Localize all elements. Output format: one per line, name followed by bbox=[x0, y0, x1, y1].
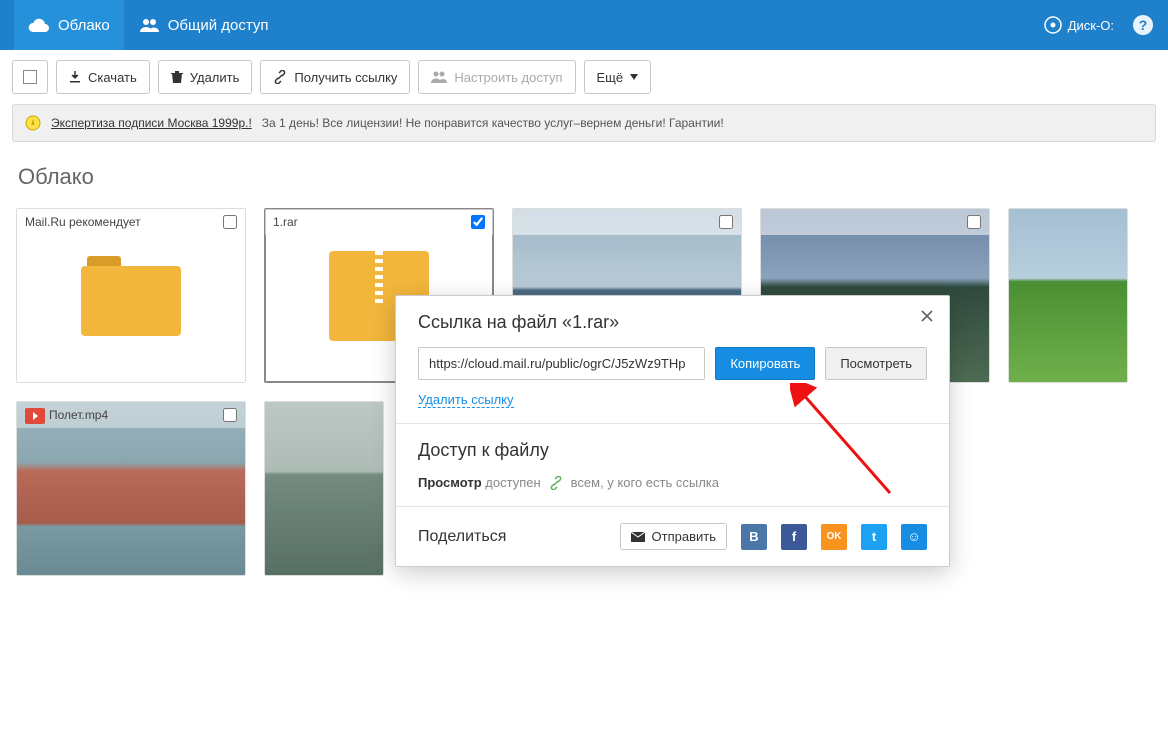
delete-button[interactable]: Удалить bbox=[158, 60, 253, 94]
share-link-modal: Ссылка на файл «1.rar» Копировать Посмот… bbox=[395, 295, 950, 567]
delete-label: Удалить bbox=[190, 70, 240, 85]
download-button[interactable]: Скачать bbox=[56, 60, 150, 94]
share-vk-button[interactable]: В bbox=[741, 524, 767, 550]
ad-banner: Экспертиза подписи Москва 1999р.! За 1 д… bbox=[12, 104, 1156, 142]
checkbox-icon bbox=[23, 70, 37, 84]
tab-cloud[interactable]: Облако bbox=[14, 0, 124, 50]
close-icon bbox=[921, 310, 933, 322]
select-all-checkbox[interactable] bbox=[12, 60, 48, 94]
tile-folder-recommend[interactable]: Mail.Ru рекомендует bbox=[16, 208, 246, 383]
get-link-label: Получить ссылку bbox=[294, 70, 397, 85]
tile-checkbox[interactable] bbox=[719, 215, 733, 229]
tile-image[interactable] bbox=[264, 401, 384, 576]
folder-icon bbox=[81, 256, 181, 336]
share-heading: Поделиться bbox=[418, 528, 506, 546]
svg-text:?: ? bbox=[1139, 17, 1148, 33]
link-small-icon bbox=[549, 476, 563, 490]
copy-button[interactable]: Копировать bbox=[715, 347, 815, 380]
send-email-button[interactable]: Отправить bbox=[620, 523, 727, 550]
tab-shared-label: Общий доступ bbox=[168, 17, 269, 34]
view-button[interactable]: Посмотреть bbox=[825, 347, 927, 380]
trash-icon bbox=[171, 70, 183, 84]
more-button[interactable]: Ещё bbox=[584, 60, 652, 94]
help-icon[interactable]: ? bbox=[1132, 14, 1154, 36]
tile-image[interactable] bbox=[1008, 208, 1128, 383]
ad-text: За 1 день! Все лицензии! Не понравится к… bbox=[262, 116, 724, 130]
tab-shared[interactable]: Общий доступ bbox=[124, 0, 283, 50]
tile-video-polet[interactable]: Полет.mp4 bbox=[16, 401, 246, 576]
tile-checkbox[interactable] bbox=[223, 408, 237, 422]
toolbar: Скачать Удалить Получить ссылку Настроит… bbox=[0, 50, 1168, 104]
get-link-button[interactable]: Получить ссылку bbox=[260, 60, 410, 94]
modal-title: Ссылка на файл «1.rar» bbox=[418, 312, 927, 333]
delete-link[interactable]: Удалить ссылку bbox=[418, 392, 514, 408]
page-title: Облако bbox=[12, 142, 1156, 208]
cloud-icon bbox=[28, 17, 50, 33]
tab-cloud-label: Облако bbox=[58, 17, 110, 34]
access-heading: Доступ к файлу bbox=[418, 440, 927, 461]
more-label: Ещё bbox=[597, 70, 624, 85]
ad-link[interactable]: Экспертиза подписи Москва 1999р.! bbox=[51, 116, 252, 130]
ad-badge-icon bbox=[25, 115, 41, 131]
disk-o-label: Диск-О: bbox=[1068, 18, 1114, 33]
image-thumb bbox=[265, 402, 383, 575]
tile-name: 1.rar bbox=[273, 215, 298, 229]
share-fb-button[interactable]: f bbox=[781, 524, 807, 550]
share-mailru-button[interactable]: ☺ bbox=[901, 524, 927, 550]
access-label: Просмотр доступен bbox=[418, 475, 541, 490]
video-badge-icon bbox=[25, 408, 45, 424]
configure-access-button[interactable]: Настроить доступ bbox=[418, 60, 575, 94]
tile-name: Mail.Ru рекомендует bbox=[25, 215, 141, 229]
tile-checkbox[interactable] bbox=[967, 215, 981, 229]
configure-access-label: Настроить доступ bbox=[454, 70, 562, 85]
disk-icon bbox=[1044, 16, 1062, 34]
send-label: Отправить bbox=[652, 529, 716, 544]
access-value: всем, у кого есть ссылка bbox=[571, 475, 719, 490]
tile-name: Полет.mp4 bbox=[49, 408, 108, 422]
tile-checkbox[interactable] bbox=[471, 215, 485, 229]
tile-checkbox[interactable] bbox=[223, 215, 237, 229]
share-ok-button[interactable]: OK bbox=[821, 524, 847, 550]
app-header: Облако Общий доступ Диск-О: ? bbox=[0, 0, 1168, 50]
mail-icon bbox=[631, 532, 645, 542]
link-icon bbox=[273, 70, 287, 84]
people-icon bbox=[138, 17, 160, 33]
people-small-icon bbox=[431, 71, 447, 83]
close-button[interactable] bbox=[917, 306, 937, 326]
share-tw-button[interactable]: t bbox=[861, 524, 887, 550]
download-label: Скачать bbox=[88, 70, 137, 85]
download-icon bbox=[69, 71, 81, 83]
disk-o-button[interactable]: Диск-О: bbox=[1044, 16, 1114, 34]
chevron-down-icon bbox=[630, 74, 638, 80]
share-link-input[interactable] bbox=[418, 347, 705, 380]
image-thumb bbox=[1009, 209, 1127, 382]
